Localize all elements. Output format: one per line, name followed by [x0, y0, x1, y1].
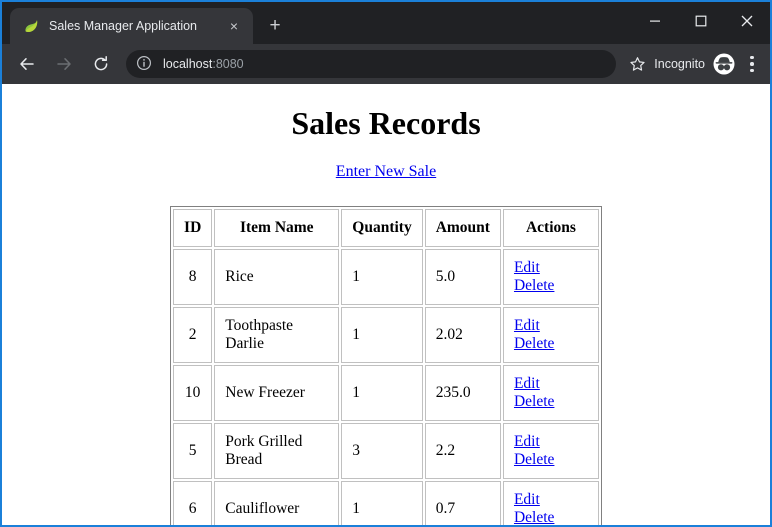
cell-amount: 5.0 [424, 249, 501, 305]
table-row: 2 Toothpaste Darlie 1 2.02 EditDelete [173, 307, 599, 363]
edit-link[interactable]: Edit [514, 259, 540, 276]
cell-actions: EditDelete [502, 307, 599, 363]
address-bar[interactable]: localhost:8080 [126, 50, 617, 78]
cell-quantity: 1 [341, 365, 423, 421]
menu-dot [750, 62, 754, 66]
sales-records-table: ID Item Name Quantity Amount Actions 8 Ri… [170, 206, 602, 525]
cell-quantity: 3 [341, 423, 423, 479]
cell-item-name: Cauliflower [214, 481, 340, 525]
delete-link[interactable]: Delete [514, 277, 554, 294]
three-dot-menu-icon[interactable] [738, 48, 766, 80]
close-window-button[interactable] [724, 2, 770, 40]
delete-link[interactable]: Delete [514, 393, 554, 410]
table-head: ID Item Name Quantity Amount Actions [173, 209, 599, 247]
table-header-row: ID Item Name Quantity Amount Actions [173, 209, 599, 247]
table-row: 8 Rice 1 5.0 EditDelete [173, 249, 599, 305]
enter-new-sale-link[interactable]: Enter New Sale [336, 163, 436, 180]
cell-id: 2 [173, 307, 213, 363]
column-header-amount: Amount [424, 209, 501, 247]
edit-link[interactable]: Edit [514, 433, 540, 450]
edit-link[interactable]: Edit [514, 317, 540, 334]
table-row: 5 Pork Grilled Bread 3 2.2 EditDelete [173, 423, 599, 479]
forward-arrow-icon [48, 48, 80, 80]
cell-amount: 2.02 [424, 307, 501, 363]
table-row: 6 Cauliflower 1 0.7 EditDelete [173, 481, 599, 525]
reload-icon[interactable] [85, 48, 117, 80]
cell-actions: EditDelete [502, 249, 599, 305]
column-header-id: ID [173, 209, 213, 247]
incognito-spy-icon [712, 52, 736, 76]
cell-item-name: Pork Grilled Bread [214, 423, 340, 479]
cell-id: 8 [173, 249, 213, 305]
incognito-label: Incognito [654, 57, 705, 71]
table-body: 8 Rice 1 5.0 EditDelete 2 Toothpaste Darlie 1 2.… [173, 249, 599, 525]
edit-link[interactable]: Edit [514, 375, 540, 392]
delete-link[interactable]: Delete [514, 451, 554, 468]
site-info-icon[interactable] [136, 55, 154, 73]
cell-item-name: Toothpaste Darlie [214, 307, 340, 363]
close-tab-icon[interactable]: × [222, 14, 246, 38]
tab-title: Sales Manager Application [49, 19, 198, 33]
cell-item-name: Rice [214, 249, 340, 305]
column-header-item-name: Item Name [214, 209, 340, 247]
url-text: localhost:8080 [163, 57, 244, 71]
url-port: :8080 [212, 57, 244, 71]
column-header-quantity: Quantity [341, 209, 423, 247]
minimize-button[interactable] [632, 2, 678, 40]
cell-actions: EditDelete [502, 481, 599, 525]
new-sale-link-wrap: Enter New Sale [2, 163, 770, 181]
url-host: localhost [163, 57, 213, 71]
browser-toolbar: localhost:8080 Incognito [2, 44, 770, 84]
cell-id: 5 [173, 423, 213, 479]
cell-id: 6 [173, 481, 213, 525]
table-row: 10 New Freezer 1 235.0 EditDelete [173, 365, 599, 421]
tab-strip: Sales Manager Application × + [2, 2, 770, 44]
cell-actions: EditDelete [502, 365, 599, 421]
window-controls [632, 2, 770, 40]
cell-id: 10 [173, 365, 213, 421]
cell-amount: 2.2 [424, 423, 501, 479]
delete-link[interactable]: Delete [514, 335, 554, 352]
cell-actions: EditDelete [502, 423, 599, 479]
star-icon[interactable] [622, 49, 652, 79]
browser-window: Sales Manager Application × + localhost:… [0, 0, 772, 527]
cell-amount: 0.7 [424, 481, 501, 525]
cell-item-name: New Freezer [214, 365, 340, 421]
cell-quantity: 1 [341, 249, 423, 305]
page-title: Sales Records [291, 105, 481, 141]
delete-link[interactable]: Delete [514, 509, 554, 525]
column-header-actions: Actions [502, 209, 599, 247]
cell-quantity: 1 [341, 481, 423, 525]
back-arrow-icon[interactable] [11, 48, 43, 80]
cell-amount: 235.0 [424, 365, 501, 421]
menu-dot [750, 68, 754, 73]
maximize-button[interactable] [678, 2, 724, 40]
browser-tab-sales-manager[interactable]: Sales Manager Application × [10, 8, 253, 44]
spring-leaf-icon [22, 17, 40, 35]
new-tab-button[interactable]: + [261, 12, 289, 40]
cell-quantity: 1 [341, 307, 423, 363]
page-content: Sales Records Enter New Sale ID Item Nam… [2, 84, 770, 525]
incognito-indicator[interactable]: Incognito [654, 50, 736, 78]
menu-dot [750, 55, 754, 60]
edit-link[interactable]: Edit [514, 491, 540, 508]
